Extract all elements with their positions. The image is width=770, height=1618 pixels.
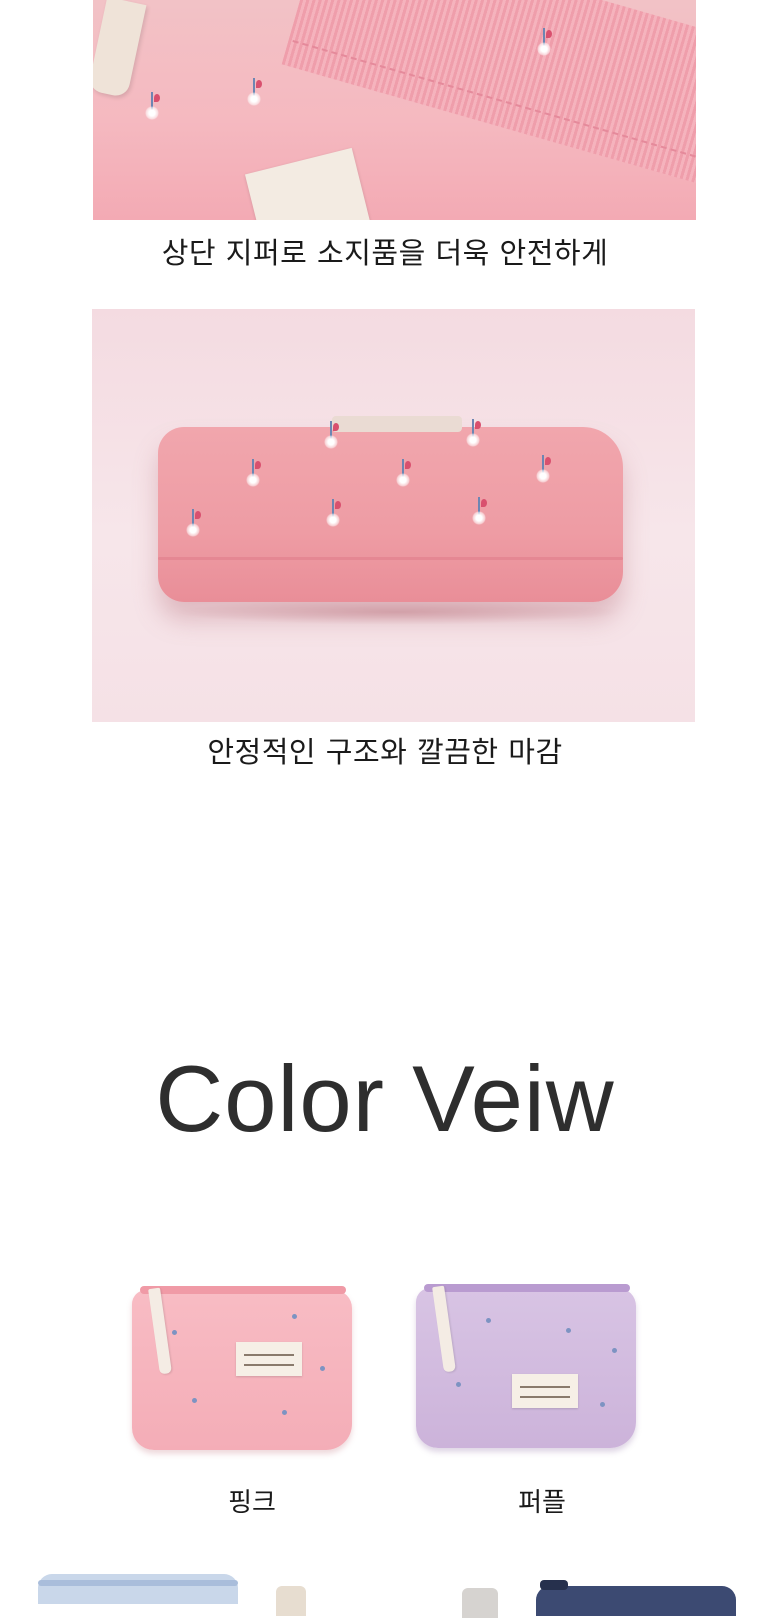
- zipper-line: [140, 1286, 346, 1294]
- zipper-detail-photo: [93, 0, 696, 220]
- pouch-body: [158, 427, 623, 602]
- flower-print-icon: [468, 497, 490, 531]
- fabric-label-tag: [244, 147, 372, 220]
- color-swatch-navy-partial[interactable]: [536, 1586, 736, 1616]
- zipper-pull-tab: [540, 1580, 568, 1590]
- flower-print-icon: [141, 92, 163, 126]
- zipper-caption: 상단 지퍼로 소지품을 더욱 안전하게: [161, 236, 609, 270]
- color-swatch-purple[interactable]: [416, 1278, 656, 1453]
- flower-print-icon: [532, 455, 554, 489]
- zipper-pull-tab: [93, 0, 147, 99]
- pouch-side-photo: [92, 309, 695, 722]
- flower-print-icon: [320, 421, 342, 455]
- pouch-seam: [158, 557, 623, 560]
- structure-caption: 안정적인 구조와 깔끔한 마감: [207, 735, 563, 769]
- flower-print-icon: [242, 459, 264, 493]
- zipper-line: [424, 1284, 630, 1292]
- flower-print-icon: [392, 459, 414, 493]
- color-label-pink: 핑크: [228, 1488, 276, 1518]
- flower-print-icon: [533, 28, 555, 62]
- fabric-label-tag: [512, 1374, 578, 1408]
- zipper-line: [38, 1580, 238, 1586]
- zipper-pull-tab: [276, 1586, 306, 1616]
- pouch-zip-edge: [332, 416, 462, 432]
- flower-print-icon: [462, 419, 484, 453]
- fabric-label-tag: [236, 1342, 302, 1376]
- flower-print-icon: [243, 78, 265, 112]
- pouch-shadow: [172, 599, 622, 625]
- flower-print-icon: [182, 509, 204, 543]
- color-label-purple: 퍼플: [518, 1488, 566, 1518]
- flower-print-icon: [322, 499, 344, 533]
- zipper-pull-tab: [462, 1588, 498, 1618]
- color-swatch-pink[interactable]: [132, 1280, 372, 1455]
- color-view-heading: Color Veiw: [155, 1046, 615, 1151]
